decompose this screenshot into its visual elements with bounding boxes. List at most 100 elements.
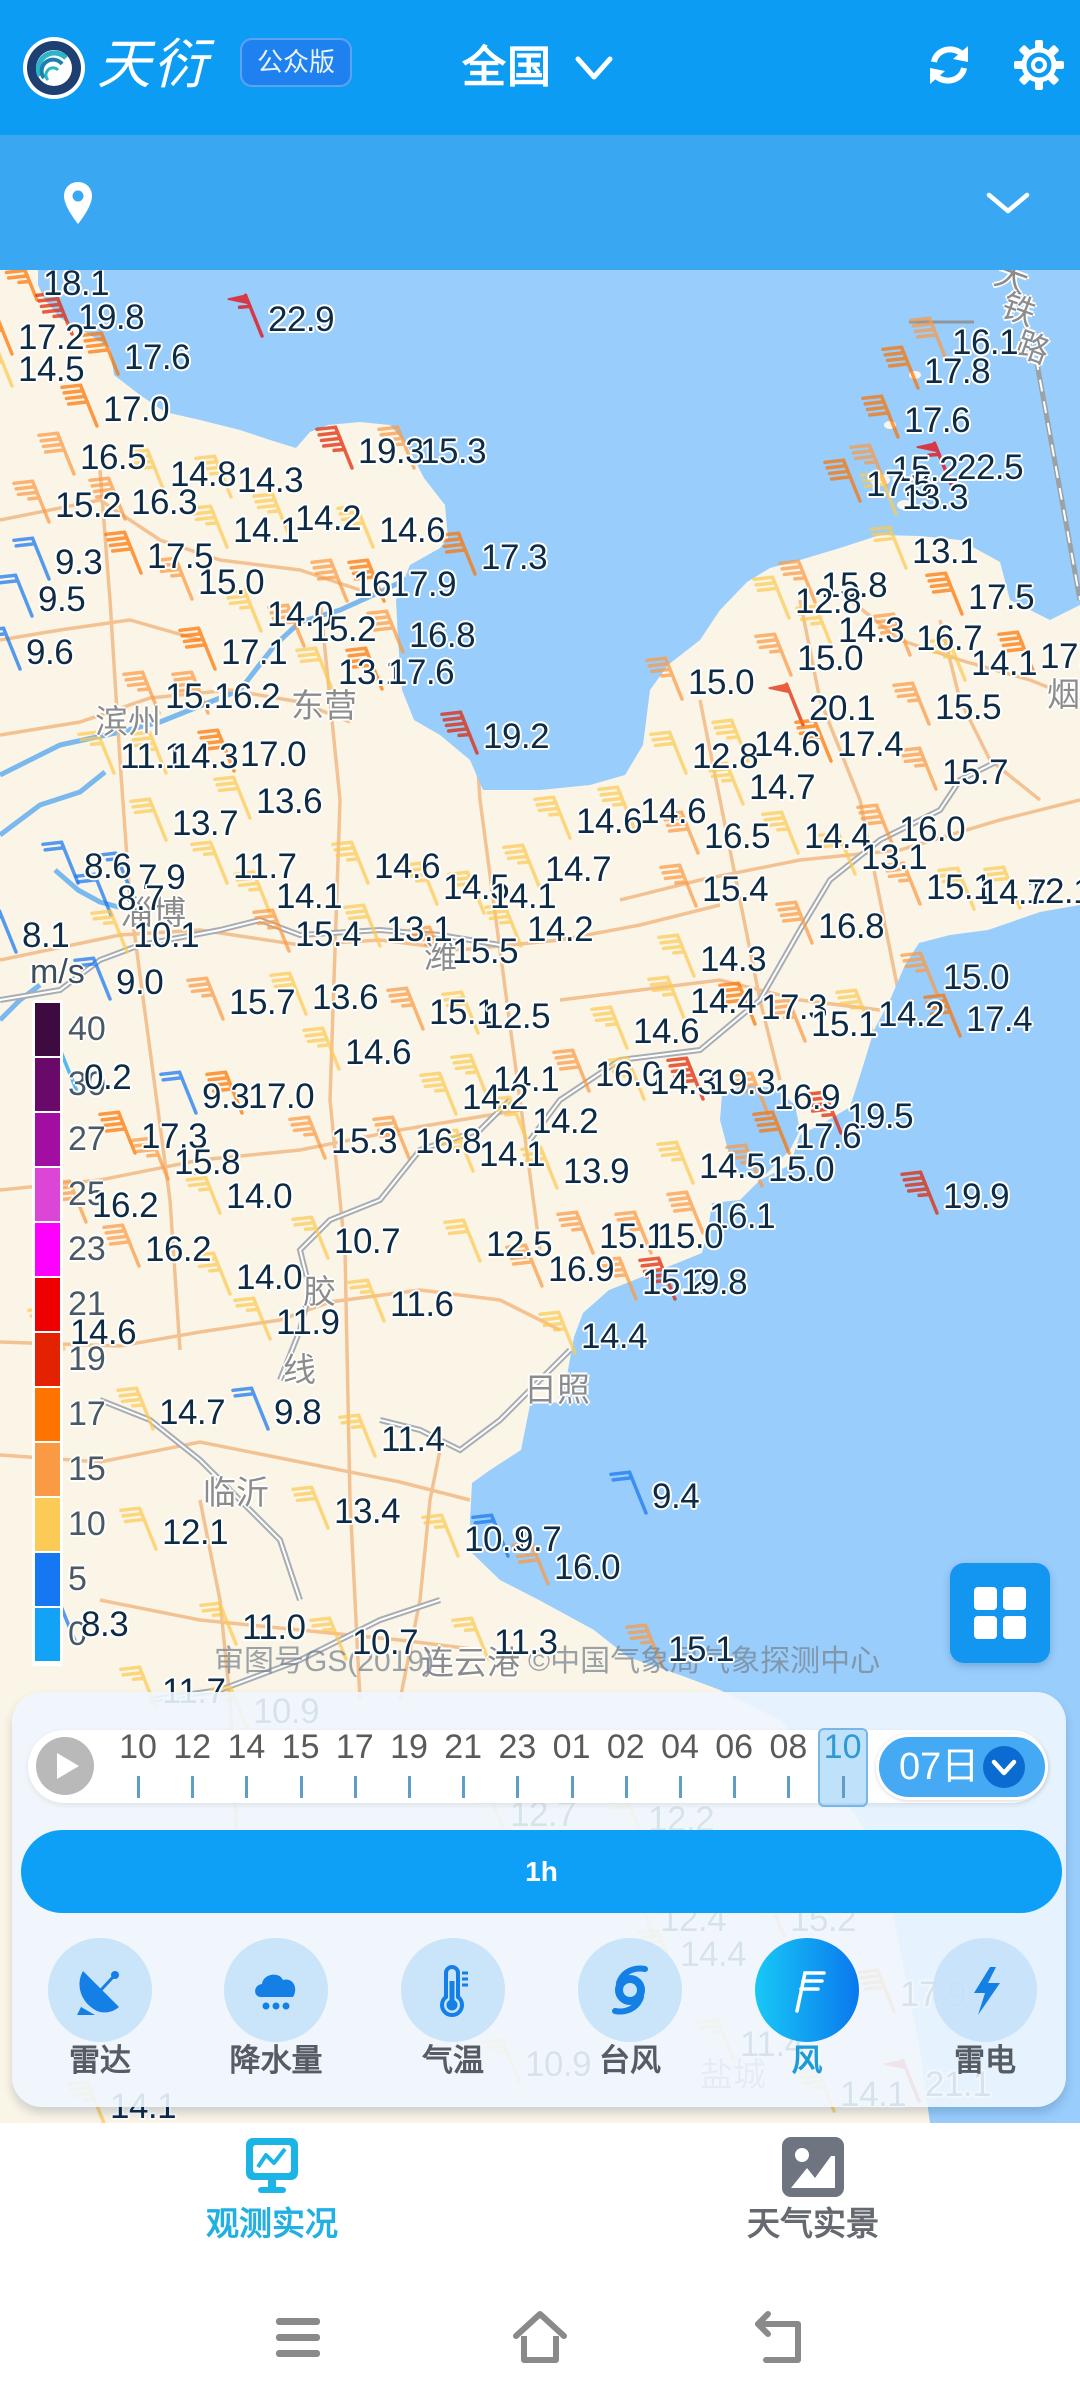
- wind-barb-icon: [795, 1971, 826, 2013]
- timeline-hour[interactable]: 23: [490, 1726, 544, 1802]
- layer-temperature[interactable]: 气温: [378, 1938, 528, 2088]
- station-wind-speed: 15.7: [942, 753, 1009, 792]
- wind-barb: [291, 1215, 330, 1260]
- legend-swatch: [35, 1278, 60, 1331]
- wind-barb: [227, 293, 264, 338]
- tab-label: 观测实况: [206, 2205, 338, 2242]
- layer-typhoon-circle[interactable]: [578, 1938, 682, 2042]
- station-wind-speed: 15.2: [310, 610, 377, 649]
- layer-wind[interactable]: 风: [732, 1938, 882, 2088]
- legend-swatch: [35, 1388, 60, 1441]
- home-icon[interactable]: [510, 2310, 570, 2366]
- app-name: 天衍: [97, 33, 209, 96]
- wind-barb: [659, 863, 698, 908]
- station-wind-speed: 15.0: [768, 1150, 835, 1189]
- wind-barb: [900, 951, 939, 996]
- timeline-hour[interactable]: 14: [219, 1726, 273, 1802]
- play-button[interactable]: [36, 1737, 94, 1795]
- grid-icon: [974, 1587, 1026, 1639]
- station-wind-speed: 14.1: [276, 877, 343, 916]
- wind-barb: [4, 270, 39, 302]
- wind-barb: [186, 976, 225, 1021]
- layer-label: 降水量: [229, 2043, 323, 2078]
- date-selector[interactable]: 07日: [876, 1734, 1048, 1800]
- layer-precipitation[interactable]: 降水量: [201, 1938, 351, 2088]
- station-wind-speed: 9.0: [116, 963, 164, 1002]
- wind-barb: [609, 1470, 648, 1515]
- lightning-icon: [974, 1967, 1000, 2015]
- interval-button[interactable]: 1h: [21, 1830, 1062, 1913]
- timeline-hour[interactable]: 10: [111, 1726, 165, 1802]
- layer-typhoon[interactable]: 台风: [555, 1938, 705, 2088]
- gear-icon[interactable]: [1012, 38, 1066, 92]
- wind-barb: [37, 431, 76, 476]
- back-icon[interactable]: [750, 2310, 810, 2366]
- legend-swatch: [35, 1333, 60, 1386]
- menu-icon[interactable]: [268, 2310, 328, 2366]
- tab-observations[interactable]: 观测实况: [152, 2123, 392, 2253]
- timeline-hour[interactable]: 19: [382, 1726, 436, 1802]
- layer-temperature-circle[interactable]: [401, 1938, 505, 2042]
- legend-swatch: [35, 1003, 60, 1056]
- layer-radar-circle[interactable]: [48, 1938, 152, 2042]
- timeline-hour[interactable]: 06: [707, 1726, 761, 1802]
- timeline-hour-label: 04: [661, 1728, 699, 1766]
- station-wind-speed: 14.4: [581, 1317, 648, 1356]
- station-wind-speed: 16.8: [415, 1122, 482, 1161]
- station-wind-speed: 14.6: [379, 511, 446, 550]
- legend-swatch: [35, 1443, 60, 1496]
- play-icon: [57, 1753, 79, 1779]
- timeline-hour[interactable]: 01: [545, 1726, 599, 1802]
- timeline-hour[interactable]: 15: [274, 1726, 328, 1802]
- timeline-tick: [516, 1776, 520, 1798]
- wind-barb: [823, 458, 862, 503]
- station-wind-speed: 15.3: [331, 1122, 398, 1161]
- timeline-hour[interactable]: 17: [328, 1726, 382, 1802]
- station-wind-speed: 15.7: [229, 983, 296, 1022]
- timeline-hour[interactable]: 04: [653, 1726, 707, 1802]
- refresh-icon[interactable]: [922, 38, 976, 92]
- chevron-down-icon: [575, 56, 613, 80]
- wind-barb: [443, 1218, 482, 1263]
- timeline-hour[interactable]: 21: [436, 1726, 490, 1802]
- chevron-down-icon[interactable]: [985, 191, 1031, 215]
- station-wind-speed: 9.4: [652, 1477, 700, 1516]
- station-wind-speed: 14.1: [971, 644, 1038, 683]
- timeline-hour[interactable]: 10: [816, 1726, 870, 1802]
- thermometer-icon: [440, 1965, 468, 2017]
- station-wind-speed: 17.6: [904, 401, 971, 440]
- location-bar[interactable]: [0, 135, 1080, 270]
- region-selector[interactable]: 全国: [462, 38, 614, 98]
- tab-weather-photos[interactable]: 天气实景: [693, 2123, 933, 2253]
- layer-lightning-circle[interactable]: [933, 1938, 1037, 2042]
- station-wind-speed: 12.5: [484, 997, 551, 1036]
- wind-barb: [590, 1005, 629, 1050]
- layer-lightning[interactable]: 雷电: [910, 1938, 1060, 2088]
- layer-radar[interactable]: 雷达: [25, 1938, 175, 2088]
- timeline-hour-label: 23: [498, 1728, 537, 1766]
- station-wind-speed: 14.2: [527, 910, 594, 949]
- legend-swatch: [35, 1553, 60, 1606]
- wind-barb: [347, 1278, 386, 1323]
- layer-precipitation-circle[interactable]: [224, 1938, 328, 2042]
- station-wind-speed: 14.2: [878, 995, 945, 1034]
- station-wind-speed: 14.3: [650, 1063, 717, 1102]
- wind-barb: [899, 746, 938, 791]
- timeline-hour[interactable]: 12: [165, 1726, 219, 1802]
- wind-barb: [60, 383, 99, 428]
- station-wind-speed: 19.8: [78, 298, 145, 337]
- station-wind-speed: 14.3: [237, 461, 304, 500]
- layer-wind-circle[interactable]: [755, 1938, 859, 2042]
- timeline-hour[interactable]: 02: [599, 1726, 653, 1802]
- station-wind-speed: 16.2: [214, 677, 281, 716]
- timeline-hour-label: 01: [552, 1728, 591, 1766]
- timeline-hour-label: 21: [444, 1728, 483, 1766]
- station-wind-speed: 15.4: [295, 915, 362, 954]
- layout-toggle-button[interactable]: [950, 1563, 1050, 1663]
- place-label: 烟: [1047, 676, 1080, 713]
- station-wind-speed: 16.2: [145, 1230, 212, 1269]
- station-wind-speed: 17.0: [248, 1077, 315, 1116]
- timeline-hour[interactable]: 08: [761, 1726, 815, 1802]
- edition-badge[interactable]: 公众版: [240, 38, 352, 87]
- wind-barb: [649, 730, 688, 775]
